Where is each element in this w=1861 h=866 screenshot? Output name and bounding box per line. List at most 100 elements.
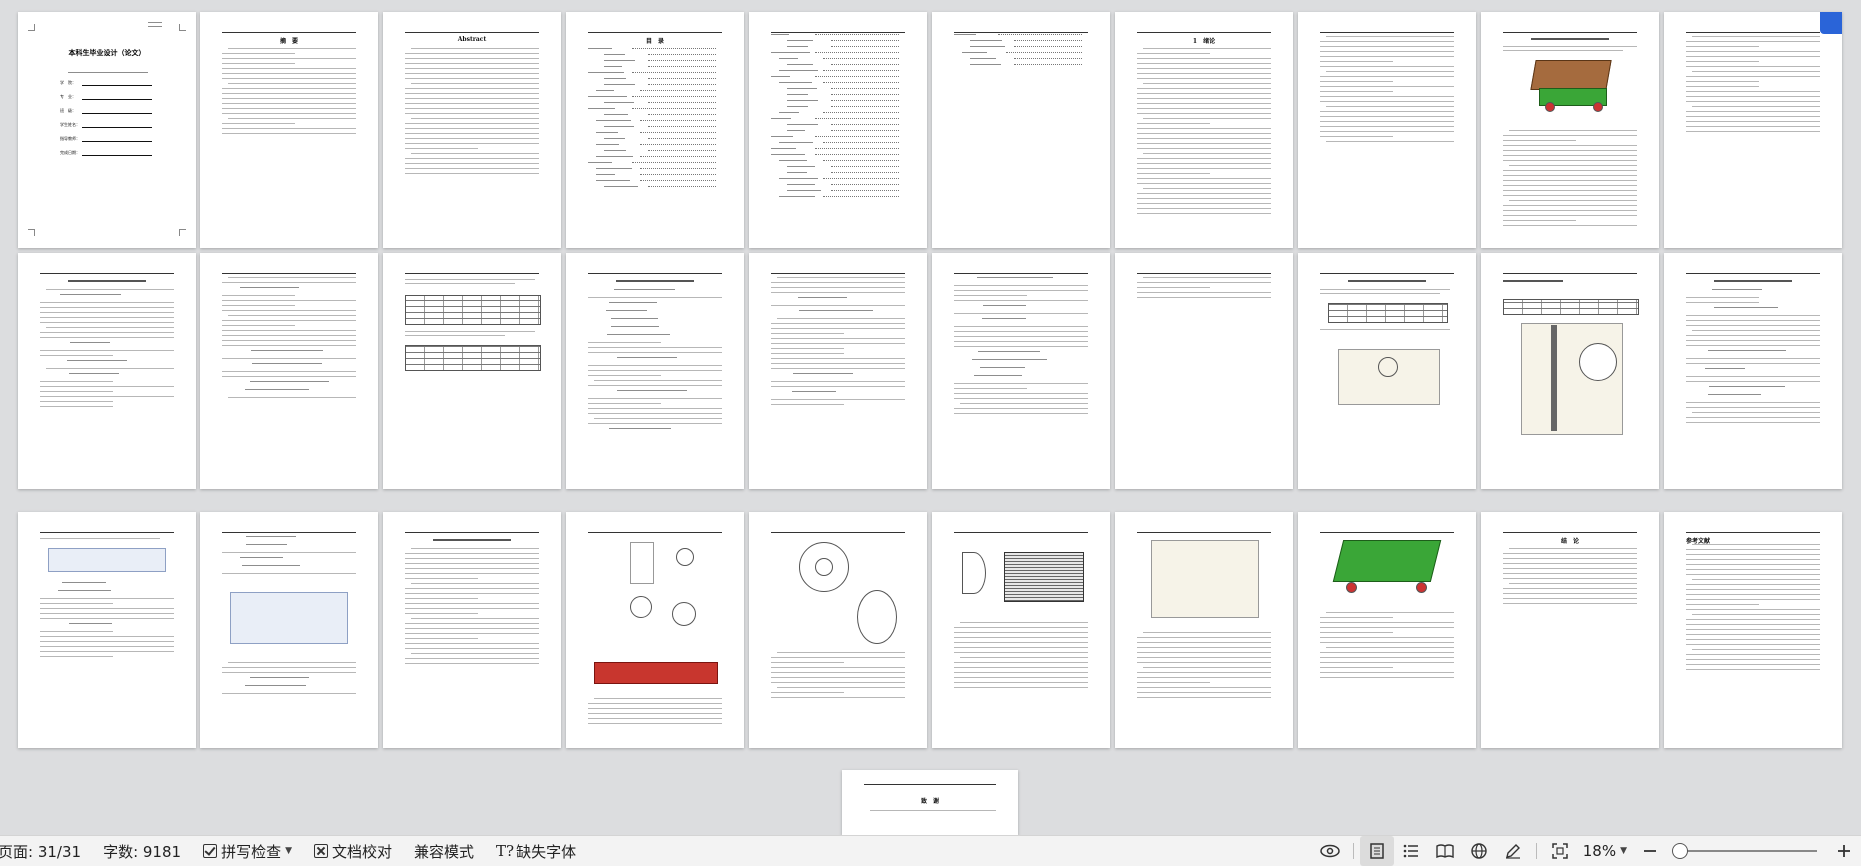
text-line xyxy=(250,381,329,383)
toc-leader xyxy=(831,190,899,191)
page-thumbnail-8[interactable] xyxy=(1298,12,1476,248)
zoom-out-icon[interactable] xyxy=(1633,836,1667,866)
page-thumbnail-30[interactable]: 参考文献 xyxy=(1664,512,1842,748)
toc-leader xyxy=(831,172,899,173)
text-line xyxy=(1686,315,1820,317)
page-indicator[interactable]: 页面: 31/31 xyxy=(0,841,81,862)
proofread-icon xyxy=(314,844,328,858)
text-line xyxy=(1686,302,1759,304)
zoom-slider[interactable] xyxy=(1672,843,1817,859)
page-thumbnail-15[interactable] xyxy=(749,253,927,489)
text-line xyxy=(246,544,287,546)
page-thumbnail-2[interactable]: 摘 要 xyxy=(200,12,378,248)
text-line xyxy=(1503,190,1637,192)
page-thumbnail-13[interactable] xyxy=(383,253,561,489)
page-thumbnail-1[interactable]: 本科生毕业设计（论文） 学 院： 专 业： 班 级： 学生姓名： 指导教师： 完… xyxy=(18,12,196,248)
text-line xyxy=(617,390,687,392)
text-line xyxy=(405,163,539,165)
spell-check-button[interactable]: 拼写检查 ▼ xyxy=(203,841,292,862)
zoom-slider-handle[interactable] xyxy=(1672,843,1689,859)
web-view-icon[interactable] xyxy=(1462,836,1496,866)
text-line xyxy=(954,632,1088,634)
text-line xyxy=(1137,73,1271,75)
page-thumbnail-20[interactable] xyxy=(1664,253,1842,489)
word-count[interactable]: 字数: 9181 xyxy=(103,841,181,862)
page-thumbnail-29[interactable]: 结 论 xyxy=(1481,512,1659,748)
text-line xyxy=(228,83,356,85)
toc-leader xyxy=(831,184,899,185)
eye-icon[interactable] xyxy=(1313,836,1347,866)
page-heading: 结 论 xyxy=(1560,538,1579,545)
document-workspace[interactable]: 本科生毕业设计（论文） 学 院： 专 业： 班 级： 学生姓名： 指导教师： 完… xyxy=(0,0,1861,835)
text-line xyxy=(1686,619,1820,621)
zoom-select[interactable]: 18% ▼ xyxy=(1583,842,1627,860)
page-thumbnail-31[interactable]: 致 谢 xyxy=(842,770,1018,835)
page-thumbnail-7[interactable]: 1 绪论 xyxy=(1115,12,1293,248)
page-thumbnail-17[interactable] xyxy=(1115,253,1293,489)
page-thumbnail-28[interactable] xyxy=(1298,512,1476,748)
page-view-icon[interactable] xyxy=(1359,836,1394,866)
bookmark-marker[interactable] xyxy=(1820,12,1842,34)
page-thumbnail-11[interactable] xyxy=(18,253,196,489)
text-line xyxy=(594,380,722,382)
text-line xyxy=(222,693,356,695)
text-line xyxy=(777,687,905,689)
toc-leader xyxy=(632,72,716,73)
page-thumbnail-27[interactable] xyxy=(1115,512,1293,748)
toc-leader xyxy=(648,138,716,139)
text-line xyxy=(411,583,539,585)
pen-icon[interactable] xyxy=(1496,836,1530,866)
text-line xyxy=(222,667,356,669)
page-thumbnail-3[interactable]: Abstract xyxy=(383,12,561,248)
missing-font-button[interactable]: T? 缺失字体 xyxy=(496,841,576,862)
toc-leader xyxy=(823,196,899,197)
page-thumbnail-19[interactable] xyxy=(1481,253,1659,489)
text-line xyxy=(1320,111,1454,113)
text-line xyxy=(1686,609,1820,611)
toc-leader xyxy=(823,82,899,83)
text-line xyxy=(242,565,300,567)
text-line xyxy=(1137,682,1210,684)
page-thumbnail-14[interactable] xyxy=(566,253,744,489)
outline-view-icon[interactable] xyxy=(1394,836,1428,866)
page-thumbnail-12[interactable] xyxy=(200,253,378,489)
text-line xyxy=(40,646,174,648)
text-line xyxy=(1326,71,1454,73)
page-thumbnail-23[interactable] xyxy=(383,512,561,748)
page-thumbnail-22[interactable] xyxy=(200,512,378,748)
text-line xyxy=(1320,86,1454,88)
text-line xyxy=(405,168,539,170)
reading-view-icon[interactable] xyxy=(1428,836,1462,866)
text-line xyxy=(1503,563,1637,565)
cover-field: 学生姓名： xyxy=(60,122,80,127)
zoom-in-icon[interactable] xyxy=(1827,836,1861,866)
page-thumbnail-21[interactable] xyxy=(18,512,196,748)
page-thumbnail-9[interactable] xyxy=(1481,12,1659,248)
page-thumbnail-18[interactable] xyxy=(1298,253,1476,489)
text-line xyxy=(222,88,356,90)
page-thumbnail-5[interactable] xyxy=(749,12,927,248)
toc-leader xyxy=(640,168,716,169)
text-line xyxy=(1320,56,1454,58)
page-thumbnail-16[interactable] xyxy=(932,253,1110,489)
toc-leader xyxy=(640,174,716,175)
page-thumbnail-4[interactable]: 目 录 xyxy=(566,12,744,248)
page-thumbnail-10[interactable] xyxy=(1664,12,1842,248)
text-line xyxy=(405,108,539,110)
text-line xyxy=(411,118,539,120)
text-line xyxy=(405,143,539,145)
text-line xyxy=(1137,642,1271,644)
page-thumbnail-6[interactable] xyxy=(932,12,1110,248)
text-line xyxy=(1686,116,1820,118)
text-line xyxy=(1137,53,1210,55)
text-line xyxy=(1503,135,1637,137)
text-line xyxy=(771,363,905,365)
fit-page-icon[interactable] xyxy=(1543,836,1577,866)
text-line xyxy=(1137,173,1210,175)
page-thumbnail-26[interactable] xyxy=(932,512,1110,748)
text-line xyxy=(405,173,539,175)
page-thumbnail-24[interactable] xyxy=(566,512,744,748)
text-line xyxy=(405,133,539,135)
page-thumbnail-25[interactable] xyxy=(749,512,927,748)
doc-check-button[interactable]: 文档校对 xyxy=(314,841,392,862)
